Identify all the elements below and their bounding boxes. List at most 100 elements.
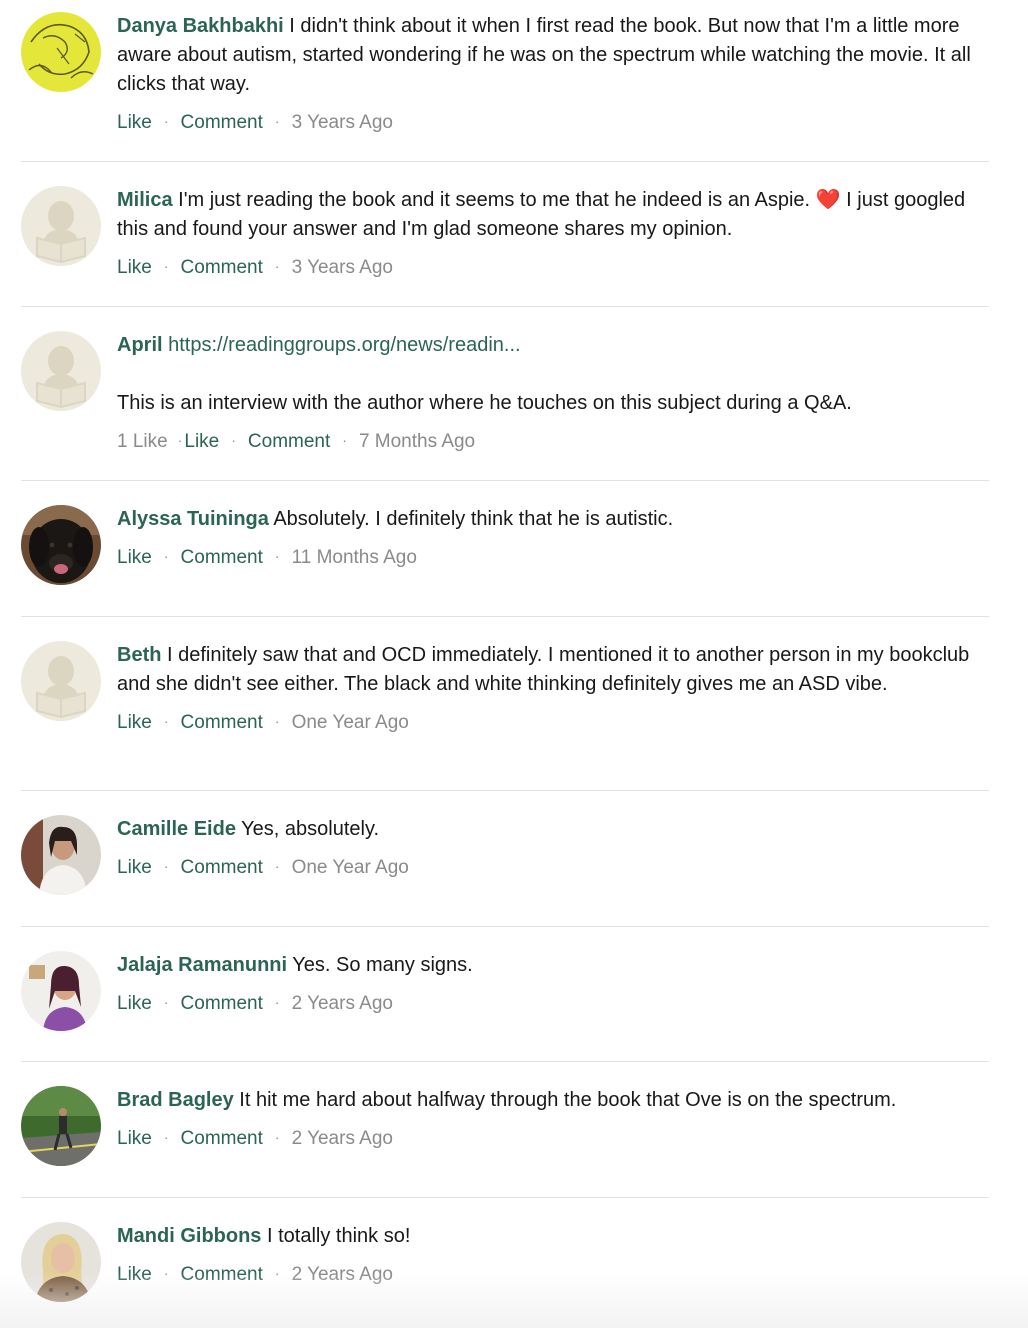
separator-dot: ·	[274, 258, 280, 274]
separator-dot: ·	[177, 432, 183, 448]
like-button[interactable]: Like	[184, 431, 219, 452]
separator-dot: ·	[163, 548, 169, 564]
like-button[interactable]: Like	[117, 857, 152, 878]
person-photo-icon	[21, 951, 101, 1031]
timestamp: One Year Ago	[291, 857, 409, 878]
separator-dot: ·	[163, 713, 169, 729]
comment-text: Alyssa Tuininga Absolutely. I definitely…	[117, 505, 989, 534]
comment-button[interactable]: Comment	[181, 1264, 263, 1285]
comment-author[interactable]: Danya Bakhbakhi	[117, 15, 284, 37]
comment-author[interactable]: Mandi Gibbons	[117, 1225, 261, 1247]
comment-author[interactable]: Alyssa Tuininga	[117, 508, 269, 530]
comment-button[interactable]: Comment	[181, 712, 263, 733]
avatar-drawing-icon	[21, 12, 101, 92]
comment-actions: Like · Comment · One Year Ago	[117, 709, 989, 735]
comment-button[interactable]: Comment	[181, 257, 263, 278]
comment-button[interactable]: Comment	[181, 993, 263, 1014]
like-button[interactable]: Like	[117, 112, 152, 133]
separator-dot: ·	[163, 113, 169, 129]
comment-item: Milica I'm just reading the book and it …	[21, 186, 989, 307]
separator-dot: ·	[274, 1129, 280, 1145]
comment-text: April https://readinggroups.org/news/rea…	[117, 331, 989, 360]
comment-item: Jalaja Ramanunni Yes. So many signs. Lik…	[21, 951, 989, 1062]
comment-body: Yes. So many signs.	[292, 954, 473, 976]
comment-body: I totally think so!	[267, 1225, 411, 1247]
timestamp: 11 Months Ago	[291, 547, 417, 568]
comment-author[interactable]: Beth	[117, 644, 161, 666]
avatar[interactable]	[21, 641, 101, 721]
separator-dot: ·	[163, 858, 169, 874]
comment-body: It hit me hard about halfway through the…	[239, 1089, 897, 1111]
person-photo-icon	[21, 1222, 101, 1302]
like-button[interactable]: Like	[117, 1128, 152, 1149]
comment-author[interactable]: Jalaja Ramanunni	[117, 954, 287, 976]
like-count[interactable]: 1 Like	[117, 431, 168, 452]
avatar[interactable]	[21, 1086, 101, 1166]
avatar[interactable]	[21, 186, 101, 266]
comment-text: Danya Bakhbakhi I didn't think about it …	[117, 12, 989, 99]
person-photo-icon	[21, 815, 101, 895]
timestamp: One Year Ago	[291, 712, 409, 733]
dog-photo-icon	[21, 505, 101, 585]
avatar[interactable]	[21, 12, 101, 92]
comment-author[interactable]: April	[117, 334, 163, 356]
separator-dot: ·	[231, 432, 236, 448]
comment-item: Mandi Gibbons I totally think so! Like · C…	[21, 1222, 989, 1322]
comment-actions: Like · Comment · 2 Years Ago	[117, 1125, 989, 1151]
like-button[interactable]: Like	[117, 1264, 152, 1285]
comment-button[interactable]: Comment	[181, 547, 263, 568]
comment-author[interactable]: Camille Eide	[117, 818, 236, 840]
like-button[interactable]: Like	[117, 257, 152, 278]
avatar[interactable]	[21, 951, 101, 1031]
comment-body: I definitely saw that and OCD immediatel…	[117, 644, 970, 695]
timestamp: 2 Years Ago	[291, 1128, 393, 1149]
separator-dot: ·	[274, 113, 280, 129]
comment-actions: Like · Comment · 3 Years Ago	[117, 109, 989, 135]
comment-button[interactable]: Comment	[181, 1128, 263, 1149]
reader-placeholder-icon	[21, 186, 101, 266]
comment-author[interactable]: Milica	[117, 189, 173, 211]
timestamp: 3 Years Ago	[291, 257, 393, 278]
comment-button[interactable]: Comment	[181, 857, 263, 878]
separator-dot: ·	[163, 1129, 169, 1145]
avatar[interactable]	[21, 505, 101, 585]
comment-text: Milica I'm just reading the book and it …	[117, 186, 989, 244]
comment-item: Camille Eide Yes, absolutely. Like · Comme…	[21, 815, 989, 927]
comment-item: Brad Bagley It hit me hard about halfway…	[21, 1086, 989, 1198]
reader-placeholder-icon	[21, 641, 101, 721]
timestamp: 2 Years Ago	[291, 1264, 393, 1285]
comment-text: Camille Eide Yes, absolutely.	[117, 815, 989, 844]
comment-text: Brad Bagley It hit me hard about halfway…	[117, 1086, 989, 1115]
comment-actions: Like · Comment · 2 Years Ago	[117, 990, 989, 1016]
comment-actions: Like · Comment · One Year Ago	[117, 854, 989, 880]
avatar[interactable]	[21, 331, 101, 411]
reader-placeholder-icon	[21, 331, 101, 411]
separator-dot: ·	[274, 858, 280, 874]
comment-actions: 1 Like · Like · Comment · 7 Months Ago	[117, 428, 989, 454]
comment-actions: Like · Comment · 2 Years Ago	[117, 1261, 989, 1287]
separator-dot: ·	[342, 432, 347, 448]
comment-button[interactable]: Comment	[248, 431, 330, 452]
like-button[interactable]: Like	[117, 993, 152, 1014]
like-button[interactable]: Like	[117, 547, 152, 568]
comment-actions: Like · Comment · 3 Years Ago	[117, 254, 989, 280]
comment-actions: Like · Comment · 11 Months Ago	[117, 544, 989, 570]
like-button[interactable]: Like	[117, 712, 152, 733]
timestamp: 3 Years Ago	[291, 112, 393, 133]
comment-body: Yes, absolutely.	[241, 818, 380, 840]
avatar[interactable]	[21, 1222, 101, 1302]
separator-dot: ·	[274, 713, 280, 729]
separator-dot: ·	[163, 258, 169, 274]
comment-body: I'm just reading the book and it seems t…	[178, 189, 811, 211]
avatar[interactable]	[21, 815, 101, 895]
comment-item: Beth I definitely saw that and OCD immed…	[21, 641, 989, 791]
separator-dot: ·	[163, 994, 169, 1010]
separator-dot: ·	[274, 548, 280, 564]
comment-item: Alyssa Tuininga Absolutely. I definitely…	[21, 505, 989, 617]
comment-author[interactable]: Brad Bagley	[117, 1089, 234, 1111]
comment-body: Absolutely. I definitely think that he i…	[273, 508, 674, 530]
comment-button[interactable]: Comment	[181, 112, 263, 133]
separator-dot: ·	[274, 1265, 280, 1281]
comment-link[interactable]: https://readinggroups.org/news/readin...	[168, 334, 520, 356]
timestamp: 7 Months Ago	[358, 431, 476, 452]
